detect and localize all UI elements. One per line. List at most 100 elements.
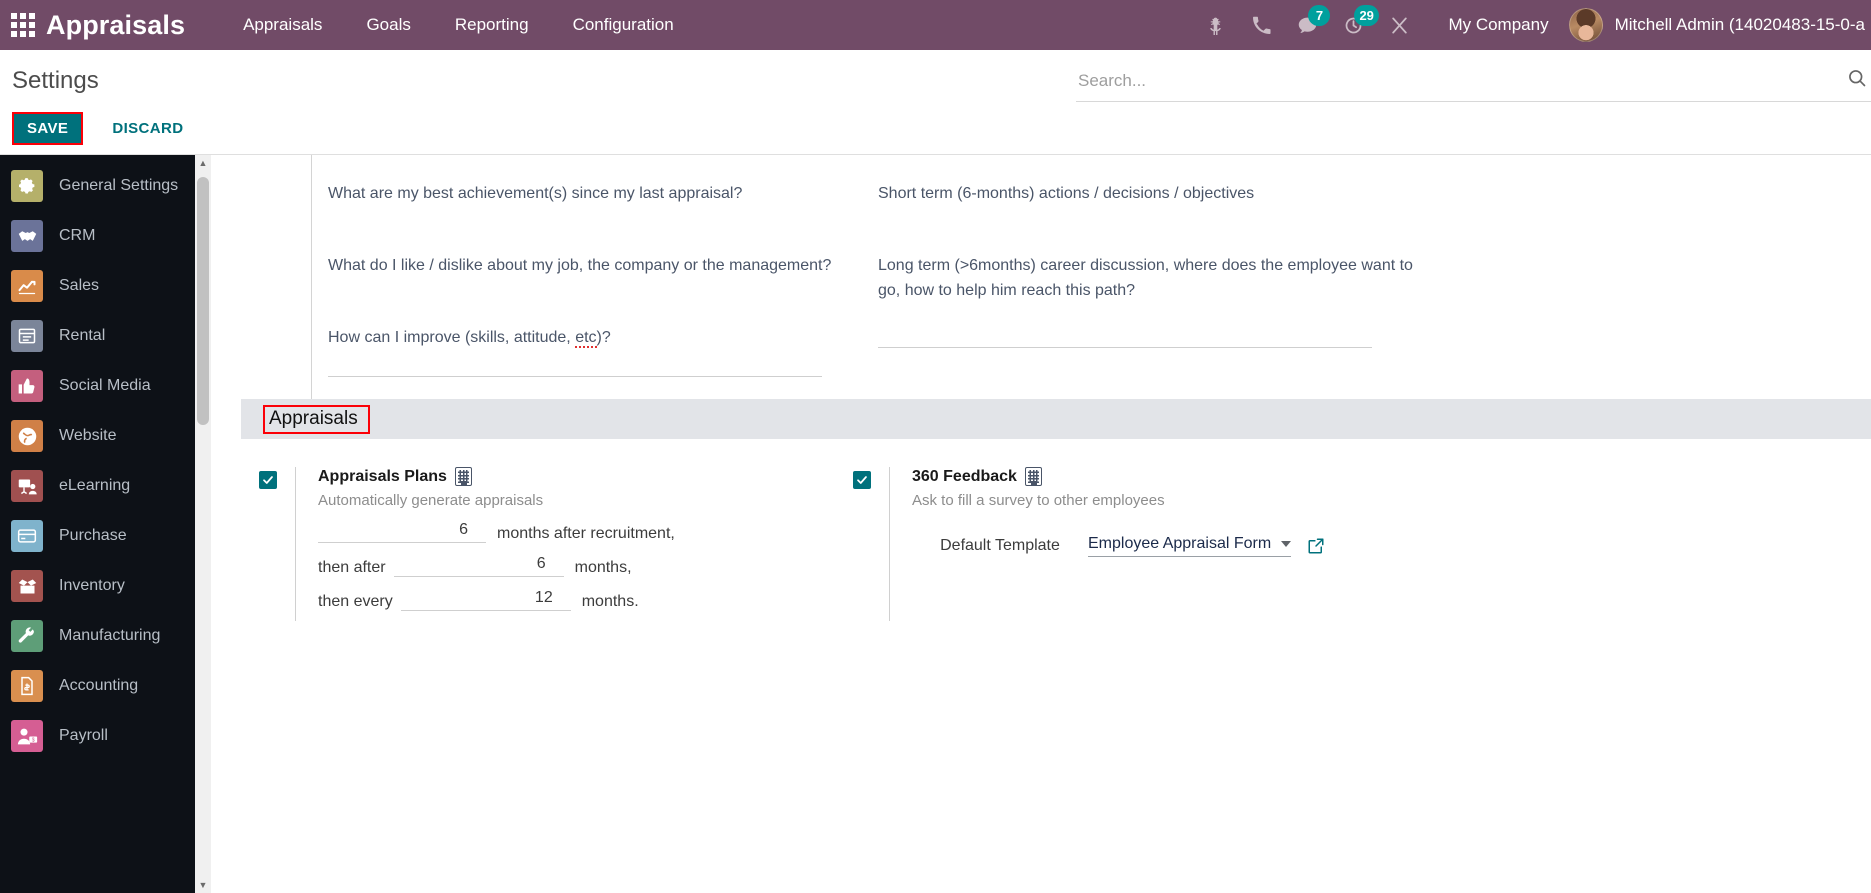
settings-inner: What are my best achievement(s) since my… [211, 155, 1871, 621]
setting-360-feedback: 360 Feedback Ask to fill a survey to oth… [835, 467, 1425, 621]
sidebar-item-accounting[interactable]: Accounting [0, 661, 211, 711]
then-every-label: then every [318, 593, 393, 610]
questions-left-underline [328, 376, 822, 377]
then-every-months-input[interactable] [400, 589, 571, 611]
sidebar-item-label: Purchase [59, 527, 127, 544]
section-title: Appraisals [269, 407, 358, 429]
gear-icon [11, 170, 43, 202]
user-menu[interactable]: Mitchell Admin (14020483-15-0-a [1568, 8, 1871, 42]
appraisals-plans-checkbox[interactable] [259, 471, 277, 489]
months-after-recruitment-suffix: months after recruitment, [497, 525, 675, 542]
settings-sidebar: General Settings CRM Sales Rental Social… [0, 155, 211, 893]
box-open-icon [11, 570, 43, 602]
setting-appraisals-plans: Appraisals Plans Automatically generate … [241, 467, 831, 621]
navbar-right-group: 7 29 My Company Mitchell Admin (14020483… [1192, 0, 1871, 50]
sidebar-item-elearning[interactable]: eLearning [0, 461, 211, 511]
search-input[interactable] [1076, 70, 1847, 91]
activity-clock-icon[interactable]: 29 [1330, 0, 1379, 50]
globe-icon [11, 420, 43, 452]
developer-tools-icon[interactable] [1376, 0, 1422, 50]
sidebar-item-sales[interactable]: Sales [0, 261, 211, 311]
sidebar-item-label: eLearning [59, 477, 131, 494]
sidebar-item-label: Website [59, 427, 117, 444]
sidebar-item-website[interactable]: Website [0, 411, 211, 461]
appraisals-plans-title: Appraisals Plans [318, 467, 447, 485]
question-achievements: What are my best achievement(s) since my… [328, 185, 743, 202]
nav-menu-goals[interactable]: Goals [344, 0, 432, 50]
settings-options-grid: Appraisals Plans Automatically generate … [235, 439, 1871, 621]
months-after-recruitment-input[interactable] [318, 521, 486, 543]
handshake-icon [11, 220, 43, 252]
sidebar-item-social-media[interactable]: Social Media [0, 361, 211, 411]
scroll-up-arrow[interactable]: ▲ [195, 155, 211, 171]
sidebar-item-label: Inventory [59, 577, 125, 594]
company-building-icon [454, 467, 472, 486]
sidebar-item-label: CRM [59, 227, 96, 244]
control-panel: Settings SAVE DISCARD [0, 50, 1871, 155]
sidebar-item-rental[interactable]: Rental [0, 311, 211, 361]
apps-grid-icon [11, 13, 35, 37]
plan-row-then-after: then after months, [318, 555, 831, 577]
user-name-label: Mitchell Admin (14020483-15-0-a [1614, 15, 1865, 34]
top-navbar: Appraisals Appraisals Goals Reporting Co… [0, 0, 1871, 50]
feedback-360-checkbox[interactable] [853, 471, 871, 489]
then-after-months-input[interactable] [393, 555, 564, 577]
wrench-icon [11, 620, 43, 652]
feedback-360-title: 360 Feedback [912, 467, 1017, 485]
sidebar-item-general-settings[interactable]: General Settings [0, 161, 211, 211]
company-switcher[interactable]: My Company [1422, 15, 1568, 35]
search-icon[interactable] [1847, 68, 1871, 93]
scroll-down-arrow[interactable]: ▼ [195, 877, 211, 893]
activity-badge: 29 [1354, 5, 1379, 26]
then-after-suffix: months, [574, 559, 632, 576]
bug-icon[interactable] [1192, 0, 1238, 50]
sidebar-item-manufacturing[interactable]: Manufacturing [0, 611, 211, 661]
save-button-highlight: SAVE [12, 112, 84, 145]
questions-right-underline [878, 347, 1372, 348]
section-header-appraisals: Appraisals [241, 399, 1871, 439]
sidebar-item-label: Social Media [59, 377, 151, 394]
chat-badge: 7 [1308, 5, 1331, 26]
sidebar-item-payroll[interactable]: $ Payroll [0, 711, 211, 761]
app-brand-title[interactable]: Appraisals [46, 10, 221, 41]
appraisals-plans-title-row: Appraisals Plans [318, 467, 831, 486]
question-like-dislike: What do I like / dislike about my job, t… [328, 257, 832, 274]
presentation-icon [11, 470, 43, 502]
chat-icon[interactable]: 7 [1284, 0, 1331, 50]
body-wrapper: General Settings CRM Sales Rental Social… [0, 155, 1871, 893]
chevron-down-icon[interactable] [1281, 541, 1292, 547]
appraisal-template-questions: What are my best achievement(s) since my… [311, 155, 1871, 399]
calendar-list-icon [11, 320, 43, 352]
sidebar-item-inventory[interactable]: Inventory [0, 561, 211, 611]
feedback-360-description: Ask to fill a survey to other employees [912, 492, 1165, 509]
plan-row-first: months after recruitment, [318, 521, 831, 543]
sidebar-scrollbar[interactable]: ▲ ▼ [195, 155, 211, 893]
default-template-label: Default Template [940, 537, 1060, 554]
invoice-dollar-icon [11, 670, 43, 702]
sidebar-item-crm[interactable]: CRM [0, 211, 211, 261]
chart-up-icon [11, 270, 43, 302]
action-buttons: SAVE DISCARD [0, 95, 1871, 145]
thumbs-up-icon [11, 370, 43, 402]
discard-button[interactable]: DISCARD [99, 114, 196, 143]
scrollbar-thumb[interactable] [197, 177, 209, 425]
phone-icon[interactable] [1238, 0, 1284, 50]
apps-menu-button[interactable] [0, 0, 46, 50]
section-title-highlight: Appraisals [263, 404, 370, 434]
nav-menu-reporting[interactable]: Reporting [433, 0, 551, 50]
then-every-suffix: months. [581, 593, 639, 610]
nav-menu-configuration[interactable]: Configuration [551, 0, 696, 50]
search-bar[interactable] [1076, 60, 1871, 102]
spellcheck-word: etc [575, 329, 597, 348]
question-long-term: Long term (>6months) career discussion, … [878, 257, 1413, 299]
sidebar-item-label: Payroll [59, 727, 108, 744]
question-short-term: Short term (6-months) actions / decision… [878, 185, 1255, 202]
questions-right-column: Short term (6-months) actions / decision… [860, 181, 1420, 377]
appraisals-plans-body: Appraisals Plans Automatically generate … [295, 467, 831, 621]
nav-menu-appraisals[interactable]: Appraisals [221, 0, 344, 50]
default-template-select[interactable]: Employee Appraisal Form [1088, 535, 1292, 557]
feedback-360-body: 360 Feedback Ask to fill a survey to oth… [889, 467, 1425, 621]
save-button[interactable]: SAVE [14, 114, 82, 143]
external-link-icon[interactable] [1307, 537, 1325, 557]
sidebar-item-purchase[interactable]: Purchase [0, 511, 211, 561]
